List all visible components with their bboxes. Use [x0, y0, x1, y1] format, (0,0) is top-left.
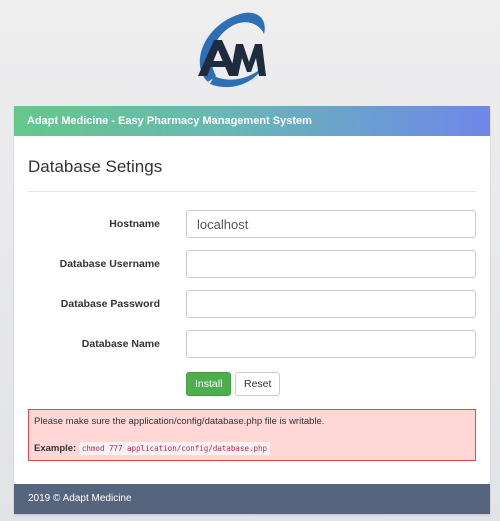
writable-warning-alert: Please make sure the application/config/… — [28, 409, 476, 461]
reset-button[interactable]: Reset — [235, 372, 280, 396]
footer: 2019 © Adapt Medicine — [14, 484, 490, 514]
install-button[interactable]: Install — [186, 372, 231, 396]
db-name-label: Database Name — [81, 338, 160, 350]
alert-message: Please make sure the application/config/… — [34, 416, 325, 427]
hostname-row: Hostname — [14, 210, 490, 238]
logo — [180, 6, 270, 96]
hostname-label: Hostname — [109, 218, 160, 230]
db-name-row: Database Name — [14, 330, 490, 358]
alert-example: Example: chmod 777 application/config/da… — [34, 442, 271, 455]
page-title: Database Setings — [28, 157, 163, 176]
hostname-input[interactable] — [186, 210, 476, 238]
panel-header: Adapt Medicine - Easy Pharmacy Managemen… — [14, 106, 490, 136]
example-label: Example: — [34, 443, 77, 454]
db-username-row: Database Username — [14, 250, 490, 278]
divider — [28, 191, 476, 192]
db-password-input[interactable] — [186, 290, 476, 318]
db-username-label: Database Username — [59, 258, 160, 270]
db-username-input[interactable] — [186, 250, 476, 278]
installer-panel: Adapt Medicine - Easy Pharmacy Managemen… — [14, 106, 490, 514]
db-password-row: Database Password — [14, 290, 490, 318]
db-password-label: Database Password — [60, 298, 160, 310]
example-code: chmod 777 application/config/database.ph… — [78, 442, 271, 455]
logo-mark — [198, 12, 266, 88]
db-name-input[interactable] — [186, 330, 476, 358]
